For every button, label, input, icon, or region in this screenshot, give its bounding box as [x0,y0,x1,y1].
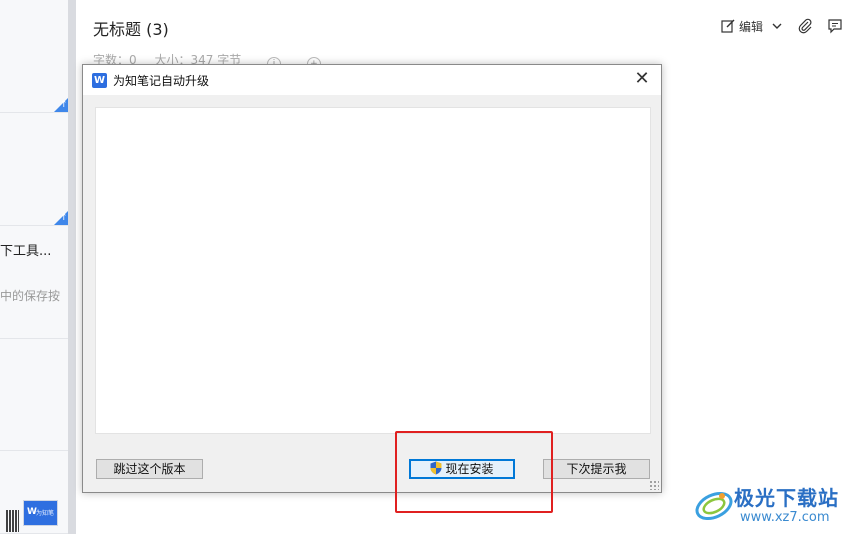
highlight-box [395,431,553,513]
skip-version-button[interactable]: 跳过这个版本 [96,459,203,479]
edit-label: 编辑 [738,19,763,34]
watermark: 极光下载站 www.xz7.com [692,478,844,530]
sync-badge-icon [54,211,68,225]
list-item[interactable]: W 为知笔 [0,451,68,534]
editor-toolbar: 编辑 [720,14,843,38]
remind-later-button[interactable]: 下次提示我 [543,459,650,479]
list-item-snippet: 中的保存按 [0,289,61,303]
edit-icon [720,18,736,34]
edit-button[interactable]: 编辑 [720,15,785,37]
watermark-logo-icon [692,482,736,526]
comment-icon[interactable] [827,18,843,34]
sync-badge-icon [54,98,68,112]
close-icon[interactable]: ✕ [631,69,653,91]
list-item[interactable] [0,113,68,226]
list-item[interactable] [0,0,68,113]
dialog-content-area [95,107,651,434]
note-list: 下工具... 中的保存按 W 为知笔 [0,0,68,534]
attachment-icon[interactable] [797,18,813,34]
watermark-name: 极光下载站 [734,486,839,510]
pane-divider[interactable] [68,0,76,534]
dialog-title: 为知笔记自动升级 [113,74,210,88]
app-logo-icon: W [92,73,107,88]
qr-code-icon [6,510,19,532]
watermark-url: www.xz7.com [740,510,830,525]
list-item-thumbnail: W 为知笔 [23,500,58,526]
auto-update-dialog: W 为知笔记自动升级 ✕ 跳过这个版本 现在安装 下次提示我 [82,64,662,493]
resize-grip-icon[interactable] [649,480,659,490]
note-title[interactable]: 无标题 (3) [93,16,169,40]
chevron-down-icon[interactable] [769,18,785,34]
list-item[interactable] [0,339,68,451]
thumbnail-text: 为知笔 [36,510,55,517]
list-item-title: 下工具... [0,244,52,259]
list-item[interactable]: 下工具... 中的保存按 [0,226,68,339]
dialog-titlebar[interactable]: W 为知笔记自动升级 ✕ [83,65,661,95]
